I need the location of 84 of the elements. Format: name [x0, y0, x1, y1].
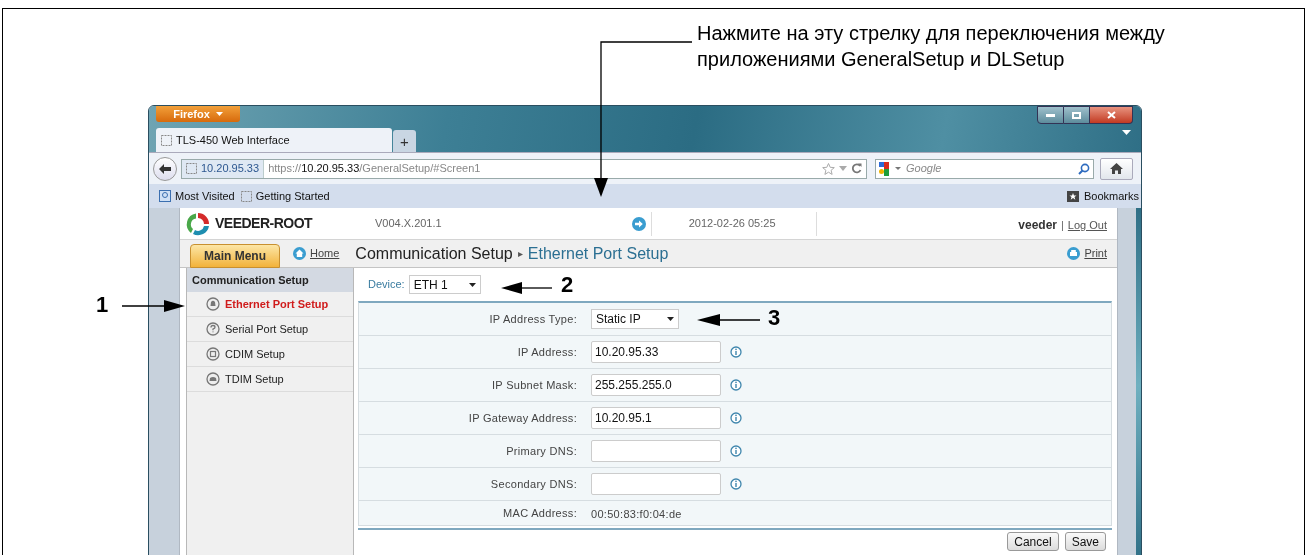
address-bar[interactable]: 10.20.95.33 https://10.20.95.33/GeneralSetup/#Screen1	[181, 158, 867, 179]
callout-number: 3	[768, 307, 781, 329]
input-field[interactable]	[591, 440, 721, 462]
printer-icon[interactable]	[1067, 247, 1081, 260]
field-label: IP Address Type:	[488, 311, 577, 327]
input-field[interactable]: 10.20.95.33	[591, 341, 721, 363]
bookmark-page-icon	[159, 190, 171, 202]
input-field[interactable]	[591, 473, 721, 495]
version-text: V004.X.201.1	[375, 216, 442, 232]
input-field[interactable]: 10.20.95.1	[591, 407, 721, 429]
bookmarks-menu[interactable]: Bookmarks	[1083, 187, 1139, 205]
sidebar-heading: Communication Setup	[187, 268, 353, 292]
browser-tab[interactable]: TLS-450 Web Interface	[156, 128, 392, 152]
field-label: IP Subnet Mask:	[491, 377, 577, 393]
bell-icon	[206, 297, 220, 311]
search-icon[interactable]	[1078, 162, 1090, 175]
maximize-button[interactable]	[1064, 106, 1090, 124]
device-label: Device:	[368, 277, 405, 293]
sidebar-item[interactable]: CDIM Setup	[187, 342, 353, 367]
minimize-button[interactable]	[1037, 106, 1064, 124]
cancel-button[interactable]: Cancel	[1007, 532, 1059, 551]
search-placeholder: Google	[906, 161, 942, 177]
tab-list-icon[interactable]	[1122, 130, 1131, 135]
page-icon	[240, 190, 252, 202]
bookmarks-icon[interactable]	[1066, 190, 1079, 202]
datetime-text: 2012-02-26 05:25	[688, 216, 776, 232]
callout-number: 2	[561, 274, 574, 296]
separator: |	[1061, 217, 1064, 233]
caret-icon[interactable]	[839, 166, 847, 171]
info-icon[interactable]	[730, 346, 742, 358]
caret-icon	[215, 112, 223, 116]
field-label: IP Gateway Address:	[467, 410, 577, 426]
sidebar-item[interactable]: Serial Port Setup	[187, 317, 353, 342]
leader-arrow	[697, 314, 761, 326]
page-icon	[161, 134, 172, 146]
field-label: IP Address:	[516, 344, 577, 360]
info-icon[interactable]	[730, 412, 742, 424]
search-field[interactable]: Google	[875, 158, 1094, 179]
input-field[interactable]: 255.255.255.0	[591, 374, 721, 396]
page-icon	[186, 163, 197, 174]
logout-link[interactable]: Log Out	[1067, 216, 1107, 234]
main-menu-button[interactable]: Main Menu	[190, 243, 280, 268]
info-icon[interactable]	[730, 478, 742, 490]
sidebar-item[interactable]: TDIM Setup	[187, 367, 353, 392]
arrow-right-icon[interactable]	[631, 216, 646, 231]
back-button[interactable]	[153, 156, 177, 181]
home-icon	[1110, 163, 1123, 174]
home-button[interactable]	[1100, 157, 1133, 180]
field-label: Secondary DNS:	[489, 476, 577, 492]
home-link[interactable]: Home	[310, 245, 340, 262]
caret-icon	[468, 282, 476, 287]
new-tab-button[interactable]: +	[393, 130, 416, 152]
close-button[interactable]	[1090, 106, 1133, 124]
home-icon[interactable]	[293, 247, 306, 260]
bookmark-link[interactable]: Getting Started	[255, 187, 330, 205]
sidebar-item[interactable]: Ethernet Port Setup	[187, 292, 353, 317]
reload-icon[interactable]	[851, 163, 862, 174]
field-label: MAC Address:	[502, 505, 577, 521]
ip-type-dropdown[interactable]: Static IP	[591, 309, 679, 329]
print-link[interactable]: Print	[1084, 245, 1107, 262]
logo-icon	[185, 210, 211, 237]
star-icon[interactable]	[822, 162, 835, 175]
info-icon[interactable]	[730, 379, 742, 391]
page-title: Communication Setup ▸ Ethernet Port Setup	[355, 243, 669, 264]
logo-text: VEEDER-ROOT	[215, 214, 313, 233]
car-icon	[206, 372, 220, 386]
device-dropdown[interactable]: ETH 1	[408, 275, 481, 294]
username: veeder	[1018, 217, 1057, 234]
square-icon	[206, 347, 220, 361]
back-arrow-icon	[159, 163, 171, 174]
url-text: https://10.20.95.33/GeneralSetup/#Screen1	[268, 161, 481, 177]
annotation-text: Нажмите на эту стрелку для переключения между приложениями GeneralSetup и DLSetup	[697, 21, 1166, 72]
close-icon	[1106, 111, 1116, 119]
help-icon	[206, 322, 220, 336]
mac-address-value: 00:50:83:f0:04:de	[591, 508, 682, 520]
bookmark-link[interactable]: Most Visited	[175, 187, 235, 205]
search-engine-icon[interactable]	[879, 161, 903, 176]
field-label: Primary DNS:	[505, 443, 577, 459]
leader-arrow	[501, 282, 553, 294]
info-icon[interactable]	[730, 445, 742, 457]
caret-icon	[667, 317, 674, 321]
save-button[interactable]: Save	[1064, 532, 1106, 551]
callout-number: 1	[96, 294, 109, 316]
leader-arrow	[121, 300, 185, 312]
